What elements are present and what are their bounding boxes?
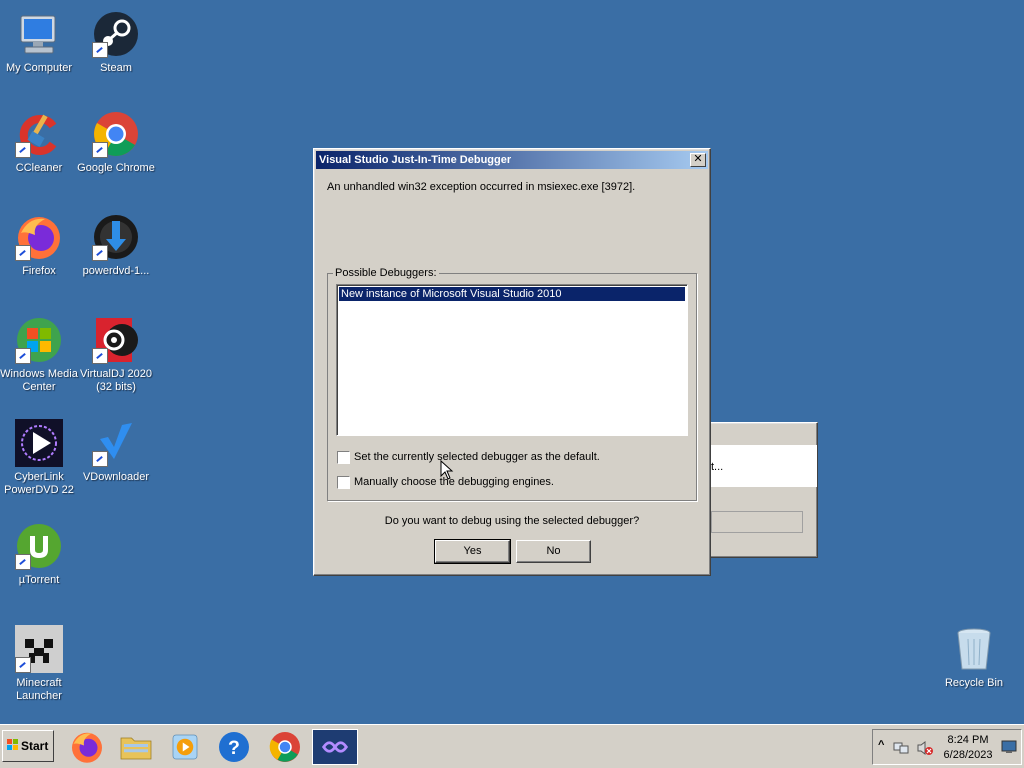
taskbar-help-button[interactable]: ? bbox=[211, 729, 257, 765]
desktop-icon-steam[interactable]: Steam bbox=[77, 10, 155, 75]
network-icon[interactable] bbox=[893, 740, 909, 756]
taskbar-explorer-button[interactable] bbox=[113, 729, 159, 765]
shortcut-arrow-icon bbox=[92, 142, 108, 158]
desktop-icon-label: Steam bbox=[100, 62, 132, 74]
debuggers-listbox[interactable]: New instance of Microsoft Visual Studio … bbox=[336, 284, 688, 436]
no-button[interactable]: No bbox=[516, 540, 591, 563]
desktop-icon-label: Minecraft Launcher bbox=[16, 677, 62, 702]
possible-debuggers-label: Possible Debuggers: bbox=[333, 267, 439, 279]
powerdvd-icon bbox=[15, 419, 63, 467]
start-label: Start bbox=[21, 739, 49, 753]
desktop-icon-my-computer[interactable]: My Computer bbox=[0, 10, 78, 75]
ccleaner-icon bbox=[15, 110, 63, 158]
desktop-icon-label: CCleaner bbox=[15, 162, 63, 174]
desktop-icon-label: Windows Media Center bbox=[0, 368, 78, 393]
download-disc-icon bbox=[92, 213, 140, 261]
minecraft-icon bbox=[15, 625, 63, 673]
shortcut-arrow-icon bbox=[92, 245, 108, 261]
recycle-bin-icon bbox=[950, 625, 998, 673]
firefox-icon bbox=[72, 732, 102, 763]
taskbar-media-player-button[interactable] bbox=[162, 729, 208, 765]
shortcut-arrow-icon bbox=[15, 348, 31, 364]
computer-icon bbox=[15, 10, 63, 58]
shortcut-arrow-icon bbox=[15, 245, 31, 261]
desktop-icon-label: µTorrent bbox=[18, 574, 60, 586]
close-button[interactable]: ✕ bbox=[690, 153, 706, 167]
virtualdj-icon bbox=[92, 316, 140, 364]
desktop-icon-label: VirtualDJ 2020 (32 bits) bbox=[80, 368, 152, 393]
yes-button[interactable]: Yes bbox=[434, 539, 511, 564]
desktop-icon-windows-media-center[interactable]: Windows Media Center bbox=[0, 316, 78, 394]
desktop-icon-google-chrome[interactable]: Google Chrome bbox=[77, 110, 155, 175]
system-tray: ^ 8:24 PM 6/28/2023 bbox=[872, 729, 1022, 765]
shortcut-arrow-icon bbox=[15, 142, 31, 158]
folder-icon bbox=[120, 737, 152, 760]
desktop-icon-label: My Computer bbox=[5, 62, 73, 74]
clock-date: 6/28/2023 bbox=[943, 749, 993, 761]
desktop-icon-label: Recycle Bin bbox=[944, 677, 1004, 689]
desktop-icon-ccleaner[interactable]: CCleaner bbox=[0, 110, 78, 175]
mouse-cursor-icon bbox=[440, 460, 454, 480]
start-button[interactable]: Start bbox=[2, 730, 54, 762]
steam-icon bbox=[92, 10, 140, 58]
desktop-icon-virtualdj[interactable]: VirtualDJ 2020 (32 bits) bbox=[77, 316, 155, 394]
media-player-icon bbox=[172, 734, 198, 760]
volume-muted-icon[interactable] bbox=[917, 740, 933, 756]
shortcut-arrow-icon bbox=[15, 657, 31, 673]
tray-expand-icon[interactable]: ^ bbox=[878, 739, 884, 751]
background-window-field bbox=[711, 511, 803, 533]
svg-text:?: ? bbox=[228, 737, 240, 759]
show-desktop-icon[interactable] bbox=[1001, 739, 1017, 755]
desktop-icon-minecraft-launcher[interactable]: Minecraft Launcher bbox=[0, 625, 78, 703]
desktop-icon-utorrent[interactable]: µTorrent bbox=[0, 522, 78, 587]
background-window-body: t... bbox=[711, 445, 817, 487]
chrome-icon bbox=[92, 110, 140, 158]
windows-media-center-icon bbox=[15, 316, 63, 364]
shortcut-arrow-icon bbox=[15, 554, 31, 570]
debugger-list-item[interactable]: New instance of Microsoft Visual Studio … bbox=[339, 287, 685, 301]
taskbar-firefox-button[interactable] bbox=[64, 729, 110, 765]
firefox-icon bbox=[15, 213, 63, 261]
background-window-text: t... bbox=[711, 461, 724, 473]
dialog-titlebar[interactable]: Visual Studio Just-In-Time Debugger ✕ bbox=[316, 151, 708, 169]
dialog-title: Visual Studio Just-In-Time Debugger bbox=[319, 154, 512, 166]
desktop-icon-label: powerdvd-1... bbox=[82, 265, 150, 277]
background-window[interactable]: t... bbox=[700, 422, 818, 558]
desktop-icon-label: VDownloader bbox=[82, 471, 150, 483]
taskbar: Start ? ^ 8:24 PM 6/28/2023 bbox=[0, 724, 1024, 768]
manual-engines-checkbox[interactable] bbox=[337, 476, 350, 489]
shortcut-arrow-icon bbox=[92, 451, 108, 467]
windows-logo-icon bbox=[7, 739, 18, 750]
desktop-icon-powerdvd-installer[interactable]: powerdvd-1... bbox=[77, 213, 155, 278]
desktop-icon-label: Firefox bbox=[22, 265, 56, 277]
default-debugger-label[interactable]: Set the currently selected debugger as t… bbox=[354, 451, 600, 463]
jit-debugger-dialog[interactable]: Visual Studio Just-In-Time Debugger ✕ An… bbox=[313, 148, 711, 576]
chrome-icon bbox=[269, 732, 300, 762]
clock[interactable]: 8:24 PM 6/28/2023 bbox=[941, 733, 995, 763]
desktop-icon-vdownloader[interactable]: VDownloader bbox=[77, 419, 155, 484]
help-icon: ? bbox=[219, 732, 249, 762]
visual-studio-icon bbox=[321, 741, 349, 753]
desktop-icon-label: Google Chrome bbox=[77, 162, 155, 174]
utorrent-icon bbox=[15, 522, 63, 570]
desktop-icon-recycle-bin[interactable]: Recycle Bin bbox=[935, 625, 1013, 690]
close-icon: ✕ bbox=[693, 153, 703, 165]
debug-question: Do you want to debug using the selected … bbox=[384, 515, 640, 527]
shortcut-arrow-icon bbox=[92, 348, 108, 364]
possible-debuggers-group: Possible Debuggers: New instance of Micr… bbox=[327, 267, 697, 501]
exception-message: An unhandled win32 exception occurred in… bbox=[327, 181, 636, 193]
desktop-icon-cyberlink-powerdvd[interactable]: CyberLink PowerDVD 22 bbox=[0, 419, 78, 497]
desktop-icon-label: CyberLink PowerDVD 22 bbox=[4, 471, 74, 496]
taskbar-chrome-button[interactable] bbox=[262, 729, 308, 765]
clock-time: 8:24 PM bbox=[947, 734, 989, 746]
background-window-titlebar[interactable] bbox=[703, 425, 815, 443]
taskbar-visual-studio-button[interactable] bbox=[312, 729, 358, 765]
desktop-icon-firefox[interactable]: Firefox bbox=[0, 213, 78, 278]
vdownloader-icon bbox=[92, 419, 140, 467]
shortcut-arrow-icon bbox=[92, 42, 108, 58]
default-debugger-checkbox[interactable] bbox=[337, 451, 350, 464]
